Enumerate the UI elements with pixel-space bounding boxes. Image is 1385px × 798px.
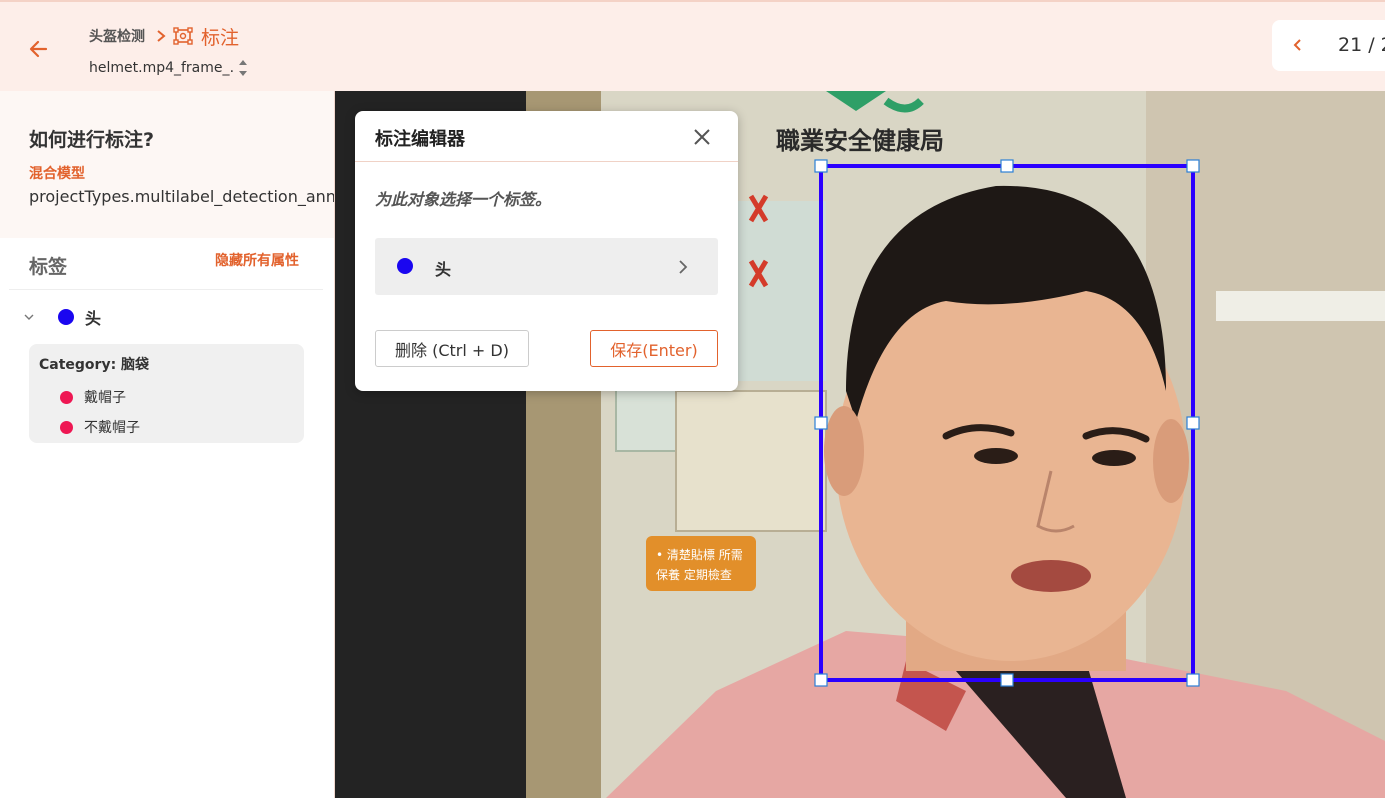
breadcrumb-task: 标注 (201, 26, 240, 49)
resize-handle[interactable] (1186, 159, 1200, 173)
howto-title: 如何进行标注? (29, 129, 155, 151)
resize-handle[interactable] (1000, 159, 1014, 173)
resize-handle[interactable] (1186, 673, 1200, 687)
resize-handle[interactable] (814, 416, 828, 430)
dialog-prompt: 为此对象选择一个标签。 (375, 190, 552, 209)
file-selector[interactable]: helmet.mp4_frame_… (89, 56, 249, 80)
chevron-left-icon[interactable] (1290, 36, 1306, 54)
instructions-panel: 如何进行标注? 混合模型 projectTypes.multilabel_det… (0, 91, 335, 238)
page-counter: 21 / 2 (1338, 34, 1385, 56)
breadcrumb-project[interactable]: 头盔检测 (89, 26, 145, 46)
divider (355, 161, 738, 162)
left-sidebar: 如何进行标注? 混合模型 projectTypes.multilabel_det… (0, 91, 335, 798)
chevron-right-icon (157, 30, 166, 42)
hide-attributes-link[interactable]: 隐藏所有属性 (215, 250, 299, 270)
option-label: 戴帽子 (84, 390, 126, 406)
labels-title: 标签 (29, 256, 68, 278)
annotate-icon (173, 27, 193, 45)
model-key: projectTypes.multilabel_detection_annota… (29, 187, 335, 206)
category-option[interactable]: 不戴帽子 (60, 417, 140, 437)
label-color-dot (397, 258, 413, 274)
label-option-head[interactable]: 头 (375, 238, 718, 295)
option-color-dot (60, 390, 73, 404)
option-color-dot (60, 420, 73, 434)
label-name: 头 (85, 309, 102, 328)
save-button[interactable]: 保存(Enter) (590, 330, 718, 367)
breadcrumb: 头盔检测 标注 (89, 24, 240, 49)
back-arrow-icon[interactable] (26, 36, 52, 62)
model-type: 混合模型 (29, 166, 85, 182)
up-down-stepper-icon[interactable] (237, 56, 249, 80)
option-label: 不戴帽子 (84, 420, 140, 436)
file-name: helmet.mp4_frame_… (89, 60, 235, 76)
category-option[interactable]: 戴帽子 (60, 387, 126, 407)
labels-header: 标签 隐藏所有属性 (9, 238, 323, 290)
label-item-head[interactable]: 头 (22, 304, 101, 330)
dialog-title: 标注编辑器 (375, 129, 465, 150)
resize-handle[interactable] (1000, 673, 1014, 687)
chevron-down-icon[interactable] (22, 310, 36, 324)
annotation-editor-dialog: 标注编辑器 为此对象选择一个标签。 头 删除 (Ctrl + D) 保存(Ent… (355, 111, 738, 391)
close-icon[interactable] (691, 126, 713, 148)
frame-pager: 21 / 2 (1272, 20, 1385, 71)
top-header: 头盔检测 标注 helmet.mp4_frame_… 21 / 2 (0, 0, 1385, 91)
resize-handle[interactable] (1186, 416, 1200, 430)
resize-handle[interactable] (814, 673, 828, 687)
category-title: Category: 脑袋 (39, 357, 150, 373)
category-box: Category: 脑袋 戴帽子 不戴帽子 (29, 344, 304, 443)
label-color-dot (58, 309, 74, 325)
chevron-right-icon (679, 260, 688, 274)
resize-handle[interactable] (814, 159, 828, 173)
label-option-name: 头 (435, 260, 452, 279)
delete-button[interactable]: 删除 (Ctrl + D) (375, 330, 529, 367)
